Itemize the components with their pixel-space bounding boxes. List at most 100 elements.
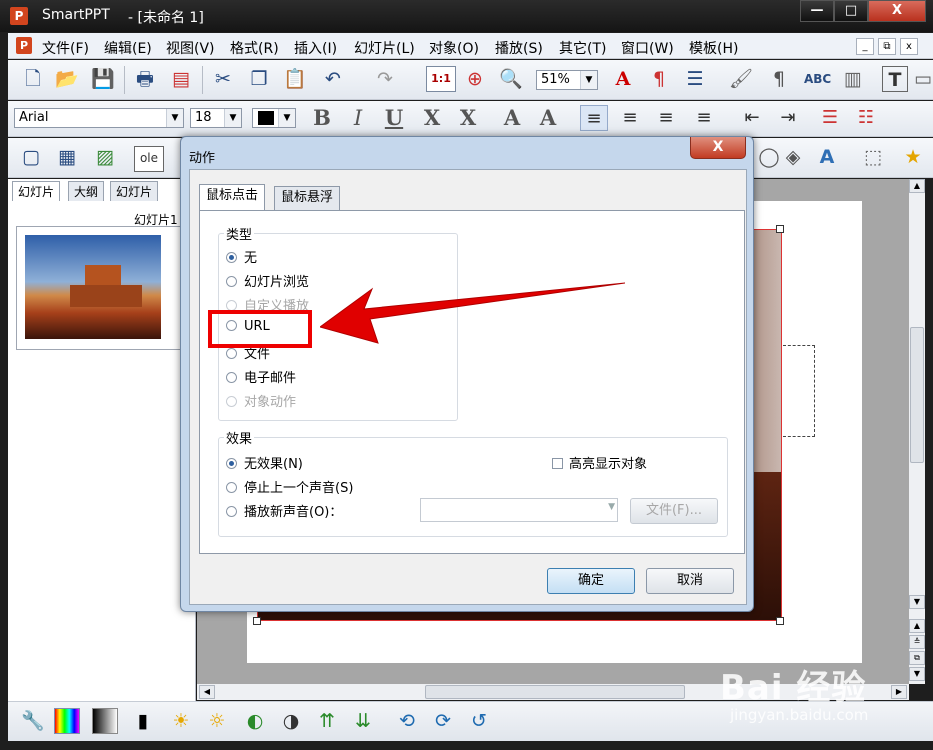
table-icon[interactable]: ▦ [54,144,80,170]
italic-button[interactable]: I [344,105,372,131]
contrast-up-icon[interactable]: ◐ [242,708,268,734]
star-icon[interactable]: ★ [900,144,926,170]
ole-object-icon[interactable]: ole [134,146,164,172]
radio-no-effect[interactable]: 无效果(N) [226,453,303,472]
menu-template[interactable]: 模板(H) [689,38,738,58]
undo-icon[interactable]: ↶ [320,66,346,92]
radio-type-none[interactable]: 无 [226,247,257,266]
actual-size-icon[interactable]: 1:1 [426,66,456,92]
next-slide-icon[interactable]: ▼ [909,667,925,681]
menu-insert[interactable]: 插入(I) [294,38,337,58]
menu-file[interactable]: 文件(F) [42,38,89,58]
zoom-target-icon[interactable]: ⊕ [462,66,488,92]
chart-icon[interactable]: ▥ [840,66,866,92]
numbered-list-icon[interactable]: ☷ [852,105,880,131]
show-paragraph-marks-icon[interactable]: ¶ [766,66,792,92]
text-placeholder[interactable] [783,345,815,437]
underline-button[interactable]: U [380,105,408,131]
rotate-right-icon[interactable]: ⟳ [430,708,456,734]
paragraph-format-icon[interactable]: ¶ [646,66,672,92]
redo-icon[interactable]: ↷ [372,66,398,92]
align-center-button[interactable]: ≡ [616,105,644,131]
menu-format[interactable]: 格式(R) [230,38,279,58]
magnifier-icon[interactable]: 🔍 [498,66,524,92]
decrease-font-icon[interactable]: A [534,105,562,131]
scroll-right-icon[interactable]: ▶ [891,685,907,699]
decrease-indent-icon[interactable]: ⇤ [738,105,766,131]
radio-play-new-sound[interactable]: 播放新声音(O)： [226,501,342,520]
zoom-select[interactable]: 51% ▼ [536,70,598,90]
menu-slide[interactable]: 幻灯片(L) [354,38,415,58]
increase-font-icon[interactable]: A [498,105,526,131]
bold-button[interactable]: B [308,105,336,131]
color-select[interactable]: ▼ [252,108,296,128]
scroll-up-icon[interactable]: ▲ [909,179,925,193]
bullet-list-icon[interactable]: ☰ [816,105,844,131]
open-folder-icon[interactable]: 📂 [54,66,80,92]
ok-button[interactable]: 确定 [547,568,635,594]
brightness-down-icon[interactable]: ☼ [204,708,230,734]
align-left-button[interactable]: ≡ [580,105,608,131]
filmstrip-icon[interactable]: ▮ [130,708,156,734]
new-document-icon[interactable]: 🗋 [20,66,46,92]
radio-stop-previous-sound[interactable]: 停止上一个声音(S) [226,477,353,496]
picture-icon[interactable]: ▨ [92,144,118,170]
minimize-button[interactable]: — [800,0,834,22]
chevron-down-icon[interactable]: ▼ [580,71,597,89]
mdi-minimize-button[interactable]: _ [856,38,874,55]
maximize-button[interactable]: □ [834,0,868,22]
resize-handle[interactable] [253,617,261,625]
word-art-icon[interactable]: A [814,144,840,170]
dialog-close-button[interactable]: X [690,137,746,159]
menu-view[interactable]: 视图(V) [166,38,215,58]
save-icon[interactable]: 💾 [90,66,116,92]
chevron-down-icon[interactable]: ▼ [166,109,183,127]
print-icon[interactable]: 🖶 [132,66,158,92]
align-right-button[interactable]: ≡ [652,105,680,131]
strikethrough-button[interactable]: X [418,105,446,131]
gradient-fill-icon[interactable] [54,708,80,734]
brightness-up-icon[interactable]: ☀ [168,708,194,734]
gray-gradient-icon[interactable] [92,708,118,734]
menu-window[interactable]: 窗口(W) [621,38,674,58]
cancel-button[interactable]: 取消 [646,568,734,594]
vertical-scrollbar[interactable]: ▲ ▼ ▲ ≙ ⧉ ▼ [909,179,925,684]
increase-indent-icon[interactable]: ⇥ [774,105,802,131]
tab-mouse-click[interactable]: 鼠标点击 [199,184,266,211]
tools-icon[interactable]: 🔧 [20,708,46,734]
more-tools-icon[interactable]: ▭ [914,66,932,92]
contrast-down-icon[interactable]: ◑ [278,708,304,734]
first-slide-icon[interactable]: ≙ [909,635,925,649]
radio-type-email[interactable]: 电子邮件 [226,367,296,386]
font-color-a-icon[interactable]: A [610,66,636,92]
clear-format-button[interactable]: X [454,105,482,131]
chevron-down-icon[interactable]: ▼ [224,109,241,127]
cut-icon[interactable]: ✂ [210,66,236,92]
vertical-scroll-thumb[interactable] [910,327,924,463]
mdi-close-button[interactable]: x [900,38,918,55]
scroll-left-icon[interactable]: ◀ [199,685,215,699]
horizontal-scroll-thumb[interactable] [425,685,685,699]
text-box-icon[interactable]: T [882,66,908,92]
menu-edit[interactable]: 编辑(E) [104,38,152,58]
list-format-icon[interactable]: ☰ [682,66,708,92]
mdi-restore-button[interactable]: ⧉ [878,38,896,55]
radio-type-slide-browse[interactable]: 幻灯片浏览 [226,271,309,290]
pane-tab-slides[interactable]: 幻灯片 [12,181,61,201]
font-name-select[interactable]: Arial ▼ [14,108,184,128]
menu-object[interactable]: 对象(O) [429,38,479,58]
gamma-down-icon[interactable]: ⇊ [350,708,376,734]
ellipse-icon[interactable]: ◯ [756,144,782,170]
pdf-icon[interactable]: ▤ [168,66,194,92]
menu-other[interactable]: 其它(T) [559,38,606,58]
justify-button[interactable]: ≡ [690,105,718,131]
rotate-left-icon[interactable]: ⟲ [394,708,420,734]
pane-tab-slides-2[interactable]: 幻灯片 [110,181,159,201]
restore-view-icon[interactable]: ⧉ [909,651,925,665]
font-size-select[interactable]: 18 ▼ [190,108,242,128]
callout-shape-icon[interactable]: ◈ [780,144,806,170]
copy-icon[interactable]: ❐ [246,66,272,92]
menu-play[interactable]: 播放(S) [495,38,543,58]
paste-icon[interactable]: 📋 [282,66,308,92]
chevron-down-icon[interactable]: ▼ [278,109,295,127]
